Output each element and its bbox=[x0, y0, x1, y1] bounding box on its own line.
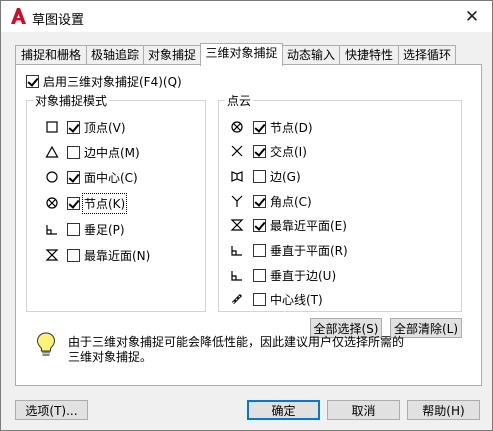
tab-dynamic-input[interactable]: 动态输入 bbox=[282, 45, 340, 65]
perpendicular-marker-icon bbox=[231, 271, 242, 281]
osnap-face-center-option[interactable]: 面中心(C) bbox=[67, 168, 138, 186]
point-cloud-title: 点云 bbox=[225, 92, 254, 109]
corner-marker-icon bbox=[231, 195, 243, 207]
close-icon: ✕ bbox=[464, 6, 480, 27]
enable-3d-osnap-label: 启用三维对象捕捉(F4)(Q) bbox=[43, 74, 182, 89]
close-button[interactable]: ✕ bbox=[452, 1, 492, 32]
osnap-vertex-option[interactable]: 顶点(V) bbox=[67, 118, 126, 136]
centerline-marker-icon bbox=[231, 293, 243, 305]
tab-snap-grid[interactable]: 捕捉和栅格 bbox=[15, 45, 87, 65]
enable-3d-osnap-checkbox[interactable]: 启用三维对象捕捉(F4)(Q) bbox=[26, 72, 182, 90]
square-marker-icon bbox=[46, 121, 58, 133]
osnap-knot-option[interactable]: 节点(K) bbox=[67, 192, 128, 214]
checkbox[interactable] bbox=[67, 196, 80, 210]
tab-object-snap[interactable]: 对象捕捉 bbox=[143, 45, 201, 65]
checkbox[interactable] bbox=[253, 243, 266, 257]
options-button[interactable]: 选项(T)... bbox=[15, 400, 88, 420]
autocad-logo-icon bbox=[11, 8, 26, 24]
ok-button[interactable]: 确定 bbox=[247, 400, 320, 420]
intersection-marker-icon bbox=[231, 145, 243, 157]
title-bar: 草图设置 ✕ bbox=[1, 1, 492, 32]
nearest-marker-icon bbox=[45, 249, 59, 261]
info-line-2: 三维对象捕捉。 bbox=[68, 350, 153, 364]
checkbox[interactable] bbox=[67, 248, 80, 262]
tab-panel-3d-osnap: 启用三维对象捕捉(F4)(Q) 对象捕捉模式 顶点(V) 边中点(M) 面中心(… bbox=[15, 64, 482, 386]
triangle-marker-icon bbox=[45, 145, 59, 158]
circle-marker-icon bbox=[46, 171, 58, 183]
checkbox[interactable] bbox=[26, 74, 39, 88]
help-button[interactable]: 帮助(H) bbox=[407, 400, 480, 420]
checkbox[interactable] bbox=[67, 145, 80, 159]
pc-nearest-plane-option[interactable]: 最靠近平面(E) bbox=[253, 216, 347, 234]
osnap-modes-title: 对象捕捉模式 bbox=[33, 92, 110, 109]
draft-settings-dialog: 草图设置 ✕ 捕捉和栅格 极轴追踪 对象捕捉 三维对象捕捉 动态输入 快捷特性 … bbox=[0, 0, 493, 431]
checkbox[interactable] bbox=[253, 120, 266, 134]
checkbox[interactable] bbox=[253, 218, 266, 232]
osnap-nearest-face-option[interactable]: 最靠近面(N) bbox=[67, 246, 150, 264]
nearest-marker-icon bbox=[230, 219, 244, 231]
info-line-1: 由于三维对象捕捉可能会降低性能，因此建议用户仅选择所需的 bbox=[68, 335, 405, 349]
checkbox[interactable] bbox=[253, 292, 266, 306]
pc-centerline-option[interactable]: 中心线(T) bbox=[253, 290, 323, 308]
info-message: 由于三维对象捕捉可能会降低性能，因此建议用户仅选择所需的 三维对象捕捉。 bbox=[68, 335, 468, 365]
checkbox[interactable] bbox=[253, 194, 266, 208]
checkbox[interactable] bbox=[67, 170, 80, 184]
edge-marker-icon bbox=[231, 171, 243, 182]
perpendicular-marker-icon bbox=[231, 246, 242, 256]
pc-node-option[interactable]: 节点(D) bbox=[253, 118, 313, 136]
tab-3d-object-snap[interactable]: 三维对象捕捉 bbox=[200, 43, 283, 66]
osnap-edge-midpoint-option[interactable]: 边中点(M) bbox=[67, 143, 140, 161]
pc-perp-plane-option[interactable]: 垂直于平面(R) bbox=[253, 241, 348, 259]
node-marker-icon bbox=[46, 197, 58, 209]
checkbox[interactable] bbox=[67, 222, 80, 236]
pc-edge-option[interactable]: 边(G) bbox=[253, 167, 301, 185]
node-marker-icon bbox=[231, 121, 243, 133]
checkbox[interactable] bbox=[67, 120, 80, 134]
dialog-title: 草图设置 bbox=[32, 13, 85, 28]
tab-quick-properties[interactable]: 快捷特性 bbox=[339, 45, 399, 65]
osnap-perpendicular-option[interactable]: 垂足(P) bbox=[67, 220, 125, 238]
perpendicular-marker-icon bbox=[46, 225, 57, 235]
cancel-button[interactable]: 取消 bbox=[327, 400, 400, 420]
lightbulb-icon bbox=[36, 332, 56, 356]
pc-corner-option[interactable]: 角点(C) bbox=[253, 192, 312, 210]
tab-selection-cycling[interactable]: 选择循环 bbox=[398, 45, 456, 65]
pc-perp-edge-option[interactable]: 垂直于边(U) bbox=[253, 266, 336, 284]
checkbox[interactable] bbox=[253, 169, 266, 183]
checkbox[interactable] bbox=[253, 268, 266, 282]
tab-polar-tracking[interactable]: 极轴追踪 bbox=[86, 45, 144, 65]
checkbox[interactable] bbox=[253, 144, 266, 158]
pc-intersection-option[interactable]: 交点(I) bbox=[253, 142, 307, 160]
